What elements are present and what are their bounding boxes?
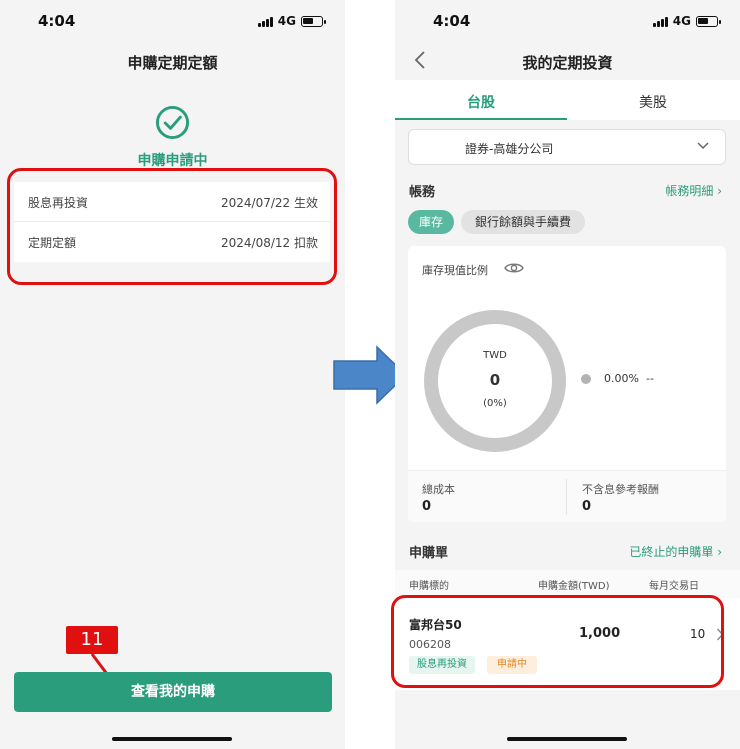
status-time: 4:04 (38, 12, 76, 30)
legend-swatch (581, 374, 591, 384)
chevron-right-icon: › (717, 184, 722, 198)
holdings-ratio-label: 庫存現值比例 (422, 264, 488, 277)
donut-total: 0 (489, 371, 501, 389)
holdings-card: 庫存現值比例 TWD 0 (0%) 0.00% -- 總成本 0 不含息參考報酬… (408, 246, 726, 522)
fund-name: 富邦台50 (409, 618, 462, 632)
network-label: 4G (672, 14, 691, 28)
summary-divider (566, 479, 567, 515)
donut-currency: TWD (483, 350, 507, 361)
home-indicator (507, 737, 627, 741)
account-section-title: 帳務 (409, 185, 436, 200)
tag-dividend-reinvest: 股息再投資 (409, 656, 475, 674)
tutorial-composite: 4:04 4G 申購定期定額 申購申請中 股息再投資 2024/07/22 生效… (0, 0, 740, 749)
right-phone-screen: 4:04 4G 我的定期投資 台股 美股 證券-高雄分公司 帳務 帳務明細 › … (391, 0, 740, 749)
terminated-subscriptions-label: 已終止的申購單 (629, 545, 714, 559)
status-bar: 4:04 4G (0, 12, 345, 34)
subscription-info-card: 股息再投資 2024/07/22 生效 定期定額 2024/08/12 扣款 (14, 182, 330, 262)
tab-us-stock[interactable]: 美股 (567, 92, 739, 112)
legend-percent: 0.00% (604, 372, 639, 385)
check-circle-icon (155, 105, 190, 140)
account-details-label: 帳務明細 (665, 184, 714, 198)
page-title: 我的定期投資 (522, 54, 613, 72)
market-tabs: 台股 美股 (395, 80, 740, 120)
step-number-badge: 11 (66, 626, 118, 654)
info-row-fixed-amount: 定期定額 2024/08/12 扣款 (14, 222, 330, 262)
terminated-subscriptions-link[interactable]: 已終止的申購單 › (629, 543, 722, 560)
status-indicators: 4G (652, 14, 721, 28)
info-row-dividend: 股息再投資 2024/07/22 生效 (14, 182, 330, 222)
column-header-amount: 申購金額(TWD) (538, 581, 610, 592)
branch-selected-value: 證券-高雄分公司 (465, 142, 554, 156)
branch-dropdown[interactable]: 證券-高雄分公司 (408, 129, 726, 165)
tab-tw-stock[interactable]: 台股 (395, 92, 567, 112)
subscriptions-section-title: 申購單 (409, 546, 449, 561)
chevron-right-icon: › (717, 545, 722, 559)
info-value: 2024/08/12 扣款 (221, 236, 318, 250)
trade-day: 10 (690, 627, 706, 641)
active-tab-indicator (395, 118, 567, 120)
chevron-down-icon (697, 142, 709, 150)
account-details-link[interactable]: 帳務明細 › (665, 182, 722, 199)
status-bar: 4:04 4G (395, 12, 740, 34)
ref-return-value: 0 (582, 499, 592, 514)
home-indicator (112, 737, 232, 741)
status-time: 4:04 (433, 12, 471, 30)
subscription-row[interactable]: 富邦台50 006208 1,000 10 股息再投資 申請中 (395, 598, 740, 690)
column-header-target: 申購標的 (409, 581, 449, 592)
subscription-table-header: 申購標的 申購金額(TWD) 每月交易日 (395, 570, 740, 598)
column-header-trade-day: 每月交易日 (649, 581, 699, 592)
tag-pending: 申請中 (487, 656, 537, 674)
chevron-right-icon (716, 628, 724, 641)
legend-name: -- (646, 372, 654, 385)
total-cost-value: 0 (422, 499, 432, 514)
battery-icon (301, 15, 326, 27)
chip-bank-balance-fees[interactable]: 銀行餘額與手續費 (461, 210, 585, 234)
status-indicators: 4G (257, 14, 326, 28)
ref-return-label: 不含息參考報酬 (582, 483, 659, 496)
signal-icon (652, 16, 668, 27)
network-label: 4G (277, 14, 296, 28)
application-status: 申購申請中 (137, 153, 208, 169)
subscription-amount: 1,000 (579, 626, 621, 641)
donut-percent: (0%) (483, 398, 507, 409)
total-cost-label: 總成本 (422, 483, 455, 496)
view-my-subscription-button[interactable]: 查看我的申購 (14, 672, 332, 712)
signal-icon (257, 16, 273, 27)
page-title: 申購定期定額 (127, 54, 218, 72)
info-value: 2024/07/22 生效 (221, 196, 318, 210)
holdings-summary: 總成本 0 不含息參考報酬 0 (408, 470, 726, 522)
info-label: 定期定額 (28, 236, 77, 250)
fund-code: 006208 (409, 638, 451, 651)
eye-icon[interactable] (504, 261, 524, 275)
chip-inventory[interactable]: 庫存 (408, 210, 454, 234)
left-phone-screen: 4:04 4G 申購定期定額 申購申請中 股息再投資 2024/07/22 生效… (0, 0, 345, 749)
info-label: 股息再投資 (28, 196, 89, 210)
battery-icon (696, 15, 721, 27)
